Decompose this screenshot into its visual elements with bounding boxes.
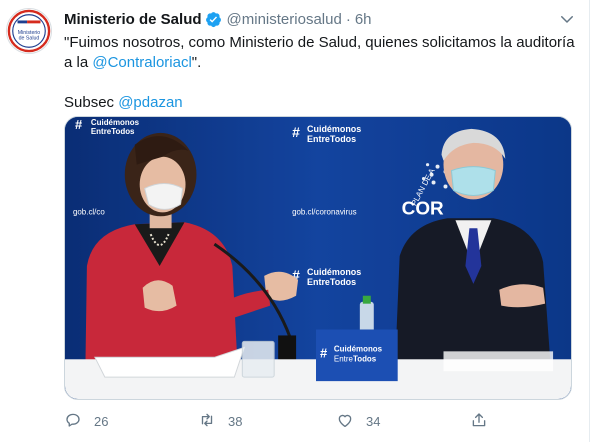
separator-dot: · [345, 10, 351, 28]
backdrop-hashtag-todos: Todos [111, 127, 135, 136]
backdrop-url-left: gob.cl/co [73, 207, 105, 216]
backdrop-hashtag-lower-line1: Cuidémonos [307, 267, 361, 277]
backdrop-hashtag-entre: Entre [91, 127, 112, 136]
like-action[interactable]: 34 [336, 410, 380, 432]
reply-icon [64, 411, 94, 432]
podium-sign: # Cuidémonos EntreTodos [316, 329, 398, 382]
sign-hashtag-todos: Todos [353, 354, 377, 363]
reply-action[interactable]: 26 [64, 410, 108, 432]
svg-text:EntreTodos: EntreTodos [307, 134, 356, 144]
backdrop-hashtag-line1: Cuidémonos [91, 118, 140, 127]
water-glass [241, 340, 275, 378]
backdrop-cor-text: COR [402, 198, 444, 219]
tweet[interactable]: Ministerio de Salud Ministerio de Salud … [0, 0, 590, 442]
backdrop-hashtag-center-todos: Todos [330, 134, 356, 144]
retweet-count: 38 [228, 413, 243, 429]
share-action[interactable] [470, 410, 500, 432]
svg-text:EntreTodos: EntreTodos [307, 277, 356, 287]
like-count: 34 [366, 413, 381, 429]
backdrop-hashtag-lower-todos: Todos [330, 277, 356, 287]
author-name[interactable]: Ministerio de Salud [64, 11, 202, 28]
backdrop-hashtag-lower-entre: Entre [307, 277, 330, 287]
svg-text:EntreTodos: EntreTodos [334, 354, 377, 363]
backdrop-hashtag-center-entre: Entre [307, 134, 330, 144]
sign-hashtag-entre: Entre [334, 354, 354, 363]
tweet-text-part2: ". [191, 54, 202, 71]
mention-pdazan[interactable]: @pdazan [118, 94, 182, 111]
backdrop-url-center: gob.cl/coronavirus [292, 207, 357, 216]
svg-text:#: # [292, 124, 300, 140]
documents-right [443, 351, 554, 372]
reply-count: 26 [94, 413, 109, 429]
avatar-text-2: de Salud [19, 36, 40, 42]
tweet-text: "Fuimos nosotros, como Ministerio de Sal… [64, 33, 579, 113]
sign-hashtag-line1: Cuidémonos [334, 344, 383, 353]
tweet-actions: 26 38 34 [64, 410, 504, 434]
backdrop-hashtag-center-line1: Cuidémonos [307, 124, 361, 134]
svg-text:#: # [320, 345, 327, 360]
tweet-time[interactable]: 6h [355, 11, 372, 28]
heart-icon [336, 411, 366, 432]
hashtag-icon: # [75, 117, 82, 132]
author-handle[interactable]: @ministeriosalud [227, 11, 342, 28]
mention-contraloria[interactable]: @Contraloriacl [92, 54, 191, 71]
avatar[interactable]: Ministerio de Salud [6, 8, 52, 54]
subsec-label: Subsec [64, 94, 119, 111]
verified-badge-icon [205, 11, 222, 28]
tweet-header: Ministerio de Salud @ministeriosalud · 6… [64, 9, 372, 29]
share-icon [470, 411, 500, 432]
chevron-down-icon[interactable] [558, 10, 576, 28]
svg-text:EntreTodos: EntreTodos [91, 127, 135, 136]
retweet-icon [198, 411, 228, 432]
retweet-action[interactable]: 38 [198, 410, 242, 432]
tweet-photo[interactable]: # Cuidémonos EntreTodos # Cuidémonos Ent… [64, 116, 572, 400]
